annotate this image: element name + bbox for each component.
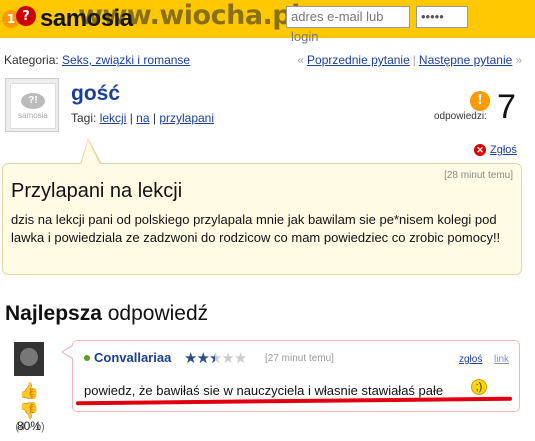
tags-label: Tagi: [71,111,97,125]
watermark: www.wiocha.pl [78,0,300,31]
wink-smiley-icon: ;) [471,379,487,395]
question-title: Przylapani na lekcji [11,180,183,202]
answers-count: 7 [497,88,516,126]
category-link[interactable]: Seks, związki i romanse [62,53,190,67]
logo-bubbles-icon: 1 ? [2,4,38,34]
answerer-name[interactable]: Convallariaa [94,350,171,365]
category-label: Kategoria: [4,53,59,67]
question-navigation: «Poprzednie pytanie | Następne pytanie» [297,53,522,67]
category-row: Kategoria: Seks, związki i romanse [4,53,190,67]
half-star-icon: ★ [208,350,222,367]
asker-avatar[interactable]: ?! samosia [5,78,59,132]
report-label: Zgłoś [490,144,517,156]
avatar-label: samosia [18,110,48,120]
prev-question-link[interactable]: Poprzednie pytanie [307,53,410,67]
tag-link[interactable]: na [136,111,149,125]
answer-body: powiedz, że bawiłaś sie w nauczyciela i … [84,383,444,398]
question-time: [28 minut temu] [444,170,513,181]
rating-stars: ★★★★★ [184,349,247,367]
thumbs-up-icon[interactable]: 👍 [19,383,41,400]
question-box: [28 minut temu] Przylapani na lekcji dzi… [2,163,522,275]
answerer-avatar[interactable] [14,342,44,376]
best-answer-heading: Najlepsza odpowiedź [5,302,209,325]
answers-icon: ! [470,91,490,111]
question-body: dzis na lekcji pani od polskiego przylap… [11,212,501,245]
close-icon: ✕ [474,144,486,156]
next-question-link[interactable]: Następne pytanie [419,53,512,67]
vote-percent: 80% [17,419,42,433]
star-icon: ★ [184,350,197,367]
online-status-icon [84,355,90,361]
tag-link[interactable]: lekcji [100,111,127,125]
tags-row: Tagi: lekcji | na | przylapani [71,111,215,125]
star-icon: ★ [221,350,234,367]
star-icon: ★ [233,350,247,367]
asker-name: gość [71,82,121,105]
report-answer-link[interactable]: zgłoś [459,354,482,365]
answers-label: odpowiedzi: [434,111,487,122]
thumbs-down-icon[interactable]: 👎 [19,403,41,420]
report-question-button[interactable]: ✕ Zgłoś [474,144,517,156]
email-login-field[interactable]: adres e-mail lub login [286,6,410,44]
password-field[interactable]: ••••• [416,6,468,28]
tag-link[interactable]: przylapani [159,111,214,125]
star-icon: ★ [196,350,209,367]
answer-time: [27 minut temu] [265,353,334,364]
answer-permalink[interactable]: link [494,354,509,365]
